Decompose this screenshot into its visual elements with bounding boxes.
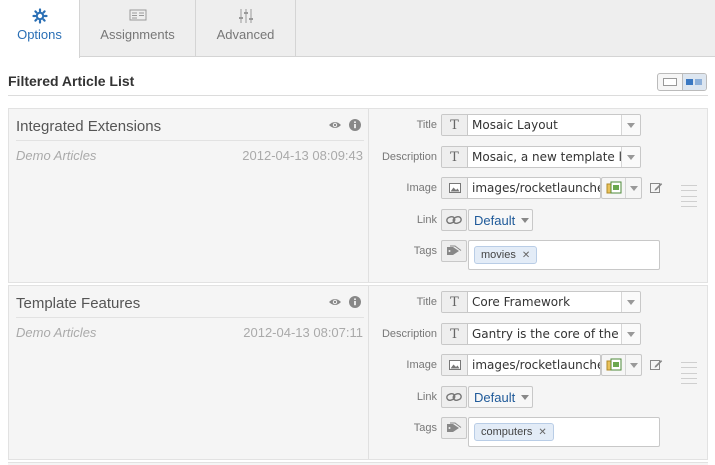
list-icon: [80, 8, 195, 24]
article-summary: Template Features Demo Articles 2012-04-…: [9, 286, 369, 459]
tag-chip: movies ✕: [474, 246, 538, 264]
split-view-icon[interactable]: [681, 74, 706, 90]
title-label: Title: [416, 119, 437, 131]
image-icon: [442, 178, 468, 198]
remove-tag-icon[interactable]: ✕: [538, 427, 546, 438]
title-field[interactable]: T Core Framework: [441, 291, 641, 313]
title-field[interactable]: T Mosaic Layout: [441, 114, 641, 136]
tab-bar: Options Assignments Advanced: [0, 0, 715, 58]
tab-options[interactable]: Options: [0, 0, 80, 58]
link-label: Link: [416, 391, 437, 403]
chevron-down-icon[interactable]: [625, 355, 641, 375]
tab-label: Assignments: [100, 27, 175, 42]
article-row: Template Features Demo Articles 2012-04-…: [8, 285, 708, 460]
image-field[interactable]: images/rocketlauncher/: [441, 354, 601, 376]
article-category: Demo Articles: [16, 148, 97, 163]
edit-icon[interactable]: [650, 358, 663, 374]
text-type-icon: T: [442, 324, 468, 344]
link-icon: [441, 209, 467, 231]
tag-icon: [441, 240, 467, 262]
description-field[interactable]: T Gantry is the core of the tem: [441, 323, 641, 345]
chevron-down-icon[interactable]: [621, 324, 640, 344]
tags-input[interactable]: movies ✕: [468, 240, 660, 270]
tab-label: Advanced: [216, 27, 275, 42]
eye-icon[interactable]: [328, 119, 342, 133]
tab-advanced[interactable]: Advanced: [196, 0, 296, 57]
text-type-icon: T: [442, 292, 468, 312]
article-date: 2012-04-13 08:07:11: [243, 325, 363, 340]
section-divider: [8, 95, 708, 96]
divider: [16, 140, 364, 141]
info-icon[interactable]: [349, 119, 361, 134]
link-select[interactable]: Default: [468, 386, 533, 408]
folder-icon[interactable]: [602, 178, 625, 198]
tags-input[interactable]: computers ✕: [468, 417, 660, 447]
link-label: Link: [416, 214, 437, 226]
link-select[interactable]: Default: [468, 209, 533, 231]
remove-tag-icon[interactable]: ✕: [522, 250, 530, 261]
tags-label: Tags: [413, 245, 437, 257]
link-icon: [441, 386, 467, 408]
folder-icon[interactable]: [602, 355, 625, 375]
chevron-down-icon: [521, 394, 530, 400]
section-title: Filtered Article List: [8, 73, 135, 89]
media-picker[interactable]: [601, 354, 642, 376]
edit-icon[interactable]: [650, 181, 663, 197]
description-field[interactable]: T Mosaic, a new template layo: [441, 146, 641, 168]
drag-handle[interactable]: [681, 185, 697, 207]
article-date: 2012-04-13 08:09:43: [242, 148, 363, 163]
image-label: Image: [406, 182, 437, 194]
tags-label: Tags: [413, 422, 437, 434]
image-icon: [442, 355, 468, 375]
info-icon[interactable]: [349, 296, 361, 311]
article-category: Demo Articles: [16, 325, 97, 340]
chevron-down-icon[interactable]: [621, 147, 640, 167]
image-field[interactable]: images/rocketlauncher/: [441, 177, 601, 199]
media-picker[interactable]: [601, 177, 642, 199]
divider: [16, 317, 364, 318]
description-label: Description: [381, 151, 437, 163]
chevron-down-icon: [521, 217, 530, 223]
single-view-icon[interactable]: [658, 74, 682, 90]
chevron-down-icon[interactable]: [621, 292, 640, 312]
drag-handle[interactable]: [681, 362, 697, 384]
view-toggle: [657, 73, 707, 91]
article-row: Integrated Extensions Demo Articles 2012…: [8, 108, 708, 283]
article-summary: Integrated Extensions Demo Articles 2012…: [9, 109, 369, 282]
chevron-down-icon[interactable]: [625, 178, 641, 198]
title-label: Title: [416, 296, 437, 308]
article-title[interactable]: Template Features: [16, 295, 140, 312]
tag-chip: computers ✕: [474, 423, 554, 441]
description-label: Description: [381, 328, 437, 340]
text-type-icon: T: [442, 115, 468, 135]
sliders-icon: [196, 8, 295, 24]
chevron-down-icon[interactable]: [621, 115, 640, 135]
tab-label: Options: [17, 27, 62, 42]
image-label: Image: [406, 359, 437, 371]
article-title[interactable]: Integrated Extensions: [16, 118, 161, 135]
eye-icon[interactable]: [328, 296, 342, 310]
tag-icon: [441, 417, 467, 439]
text-type-icon: T: [442, 147, 468, 167]
tab-assignments[interactable]: Assignments: [80, 0, 196, 57]
gear-icon: [0, 8, 79, 24]
